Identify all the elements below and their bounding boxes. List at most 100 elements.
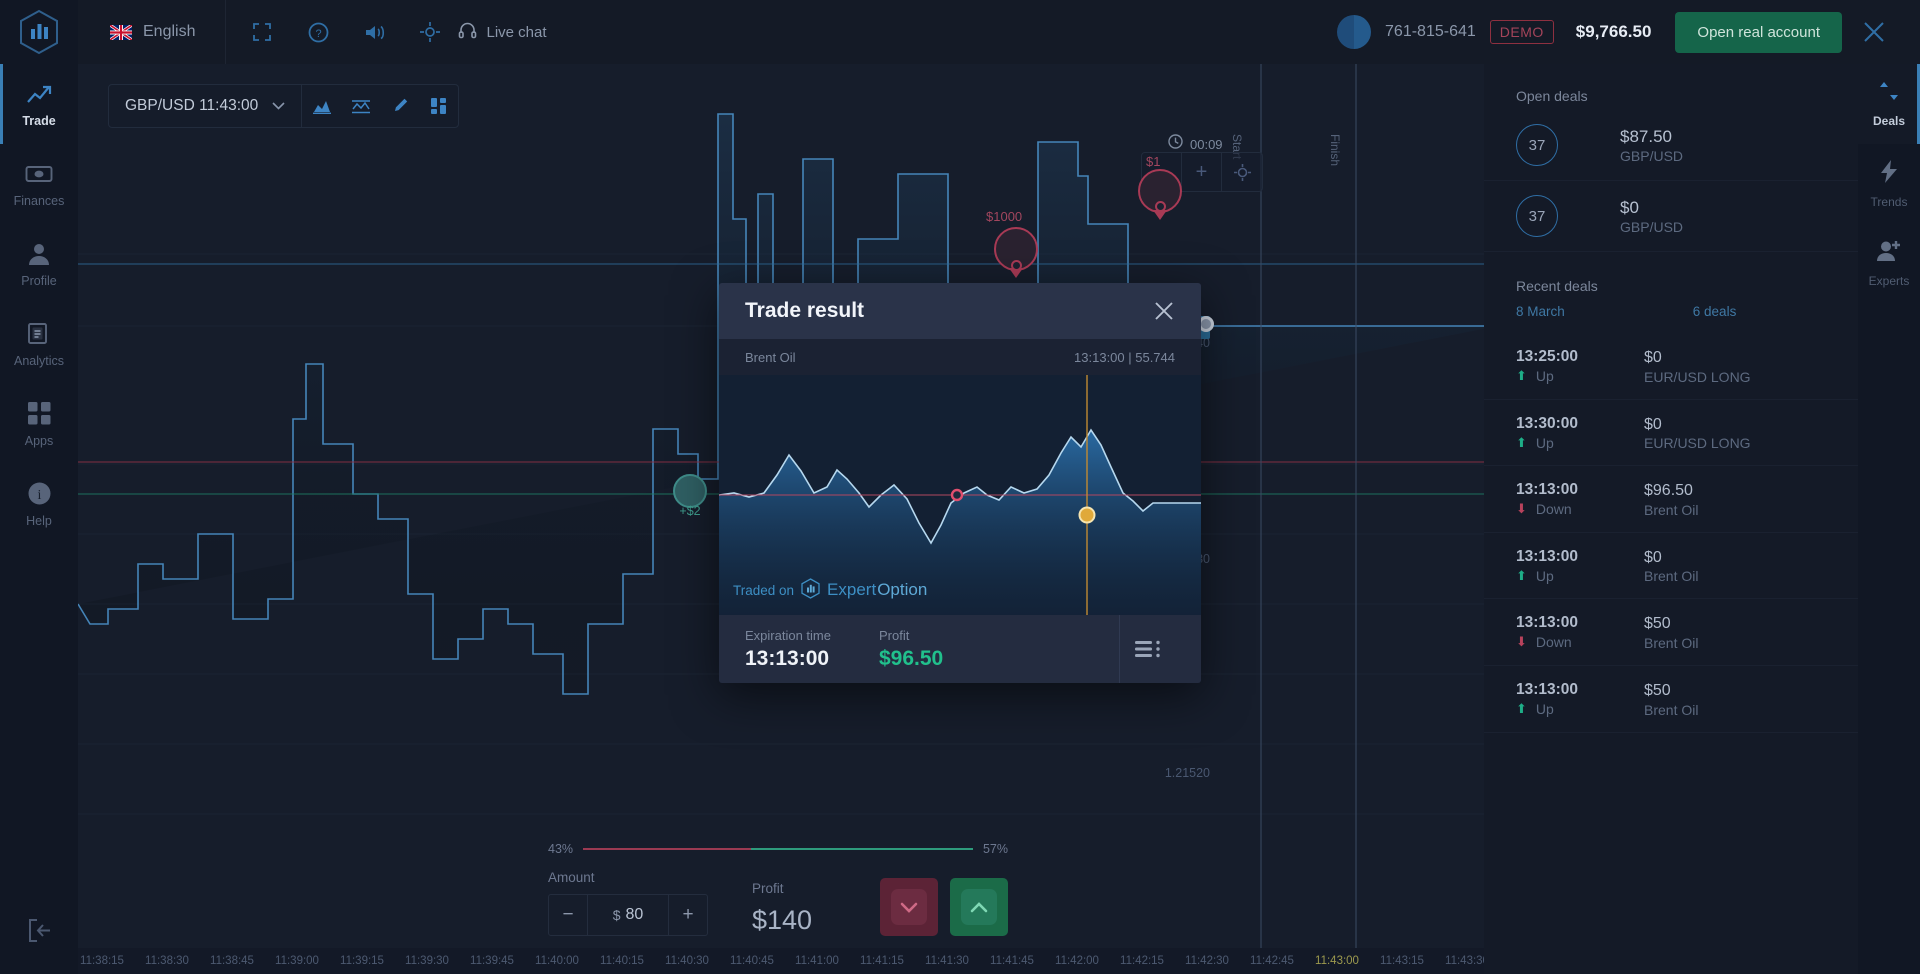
top-bar: English ? [0,0,1920,64]
recent-deals-title: Recent deals [1484,252,1858,300]
open-deal-row[interactable]: 37 $87.50 GBP/USD [1484,110,1858,181]
modal-profit-value: $96.50 [879,647,1119,671]
sidebar-item-analytics[interactable]: Analytics [0,304,78,384]
time-tick: 11:38:45 [210,955,254,967]
time-tick: 11:41:45 [990,955,1034,967]
recent-deals-meta: 8 March 6 deals [1484,300,1858,333]
time-tick-current: 11:43:00 [1315,955,1359,967]
trade-down-button[interactable] [880,878,938,936]
deal-row[interactable]: 13:13:00 ⬇ Down $96.50 Brent Oil [1484,466,1858,533]
deal-amount: $50 [1644,680,1698,702]
sound-icon[interactable] [346,0,402,64]
open-real-account-button[interactable]: Open real account [1675,12,1842,53]
deal-symbol: EUR/USD LONG [1644,369,1751,385]
amount-increment-button[interactable]: + [669,895,707,935]
draw-pencil-icon[interactable] [380,85,419,127]
document-icon [27,321,52,347]
indicators-icon[interactable] [419,85,458,127]
deal-row[interactable]: 13:13:00 ⬆ Up $50 Brent Oil [1484,666,1858,733]
crosshair-icon[interactable] [1222,153,1262,191]
modal-asset-name: Brent Oil [745,350,796,365]
lightning-icon [1880,160,1898,188]
fullscreen-icon[interactable] [234,0,290,64]
trade-up-button[interactable] [950,878,1008,936]
profit-label: Profit [752,881,812,896]
sidebar-item-label: Apps [25,434,54,448]
deal-time: 13:13:00 [1516,480,1644,501]
sidebar-item-finances[interactable]: Finances [0,144,78,224]
rail-item-label: Experts [1869,274,1910,288]
info-circle-icon: i [27,481,52,507]
expiry-timer: 00:09 [1168,134,1223,154]
open-deal-symbol: GBP/USD [1620,148,1683,164]
deal-direction: ⬇ Down [1516,501,1644,517]
area-chart-icon[interactable] [302,85,341,127]
direction-buttons [880,878,1008,936]
deal-direction: ⬆ Up [1516,435,1644,451]
watermark-brand-bold: Expert [827,580,876,600]
deal-time: 13:13:00 [1516,547,1644,568]
updown-arrows-icon [1878,80,1900,107]
deal-row[interactable]: 13:13:00 ⬇ Down $50 Brent Oil [1484,599,1858,666]
rail-item-trends[interactable]: Trends [1858,144,1920,224]
deal-row[interactable]: 13:30:00 ⬆ Up $0 EUR/USD LONG [1484,400,1858,467]
quantity-stepper: − $ 80 + [548,894,708,936]
close-icon[interactable] [1842,0,1906,64]
zoom-in-button[interactable]: + [1182,153,1222,191]
open-deal-row[interactable]: 37 $0 GBP/USD [1484,181,1858,252]
time-tick: 11:43:15 [1380,955,1424,967]
deal-row[interactable]: 13:25:00 ⬆ Up $0 EUR/USD LONG [1484,333,1858,400]
time-tick: 11:40:30 [665,955,709,967]
deal-symbol: Brent Oil [1644,635,1698,651]
profit-bubble[interactable] [673,474,707,508]
line-chart-icon[interactable] [341,85,380,127]
recent-deals-date[interactable]: 8 March [1516,304,1565,319]
rail-item-experts[interactable]: Experts [1858,224,1920,304]
app-logo[interactable] [0,0,78,64]
rail-item-deals[interactable]: Deals [1858,64,1920,144]
chevron-down-icon [272,97,285,115]
watermark-brand-light: Option [877,580,927,600]
time-tick: 11:42:45 [1250,955,1294,967]
deal-amount: $96.50 [1644,480,1698,502]
sidebar-item-trade[interactable]: Trade [0,64,78,144]
avatar[interactable] [1337,15,1371,49]
marker-label-1000: $1000 [986,209,1022,224]
language-selector[interactable]: English [78,0,225,64]
chevron-up-icon [961,889,997,925]
deal-symbol: Brent Oil [1644,502,1698,518]
page-title: Trade result [745,299,864,323]
target-icon[interactable] [402,0,458,64]
arrow-down-icon: ⬇ [1516,501,1527,517]
close-icon[interactable] [1153,300,1175,322]
amount-input[interactable]: $ 80 [587,895,669,935]
help-circle-icon[interactable]: ? [290,0,346,64]
settings-gear-icon[interactable] [0,828,78,896]
logout-icon[interactable] [0,896,78,964]
banknote-icon [25,161,53,187]
sidebar-item-apps[interactable]: Apps [0,384,78,464]
deal-countdown-ring: 37 [1516,124,1558,166]
sidebar-item-label: Finances [14,194,65,208]
amount-decrement-button[interactable]: − [549,895,587,935]
deal-amount: $50 [1644,613,1698,635]
deal-direction-label: Up [1536,368,1554,384]
modal-subheader: Brent Oil 13:13:00 | 55.744 [719,339,1201,375]
modal-asset-meta: 13:13:00 | 55.744 [1074,350,1175,365]
account-id: 761-815-641 [1385,23,1476,41]
list-menu-icon[interactable] [1119,615,1175,683]
sidebar-item-help[interactable]: i Help [0,464,78,544]
left-sidebar: Trade Finances Profile Analytics [0,64,78,974]
symbol-selector[interactable]: GBP/USD 11:43:00 [109,85,302,127]
uk-flag-icon [110,25,132,40]
time-tick: 11:40:15 [600,955,644,967]
deal-countdown-ring: 37 [1516,195,1558,237]
live-chat-button[interactable]: Live chat [458,0,570,64]
time-tick: 11:39:15 [340,955,384,967]
deals-panel: Open deals 37 $87.50 GBP/USD 37 $0 GBP/U… [1484,64,1858,974]
balance-amount[interactable]: $9,766.50 [1576,22,1652,42]
chart-toolbar: GBP/USD 11:43:00 [108,84,459,128]
sidebar-item-profile[interactable]: Profile [0,224,78,304]
recent-deals-count[interactable]: 6 deals [1693,304,1737,319]
deal-row[interactable]: 13:13:00 ⬆ Up $0 Brent Oil [1484,533,1858,600]
